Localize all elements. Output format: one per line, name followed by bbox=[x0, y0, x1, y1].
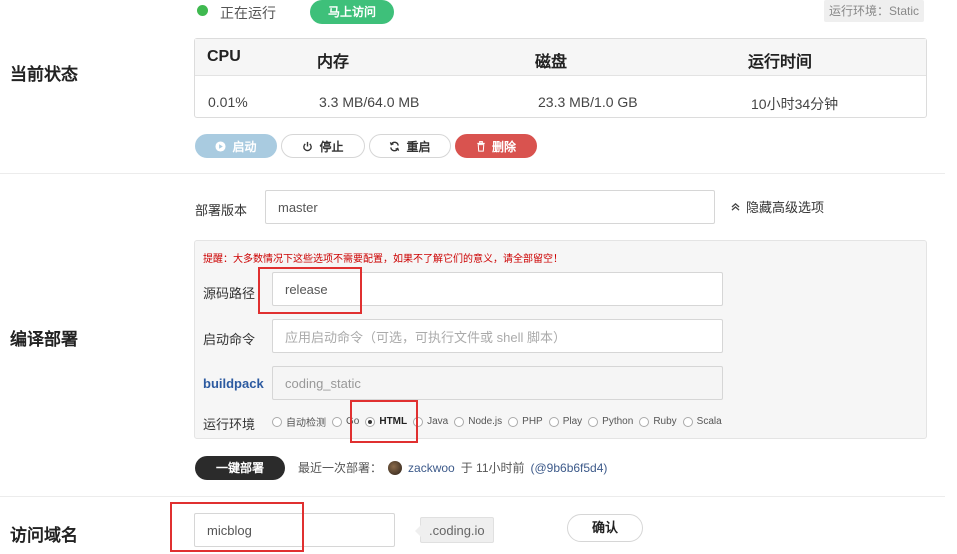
runtime-option-php[interactable]: PHP bbox=[508, 416, 543, 427]
stats-value-disk: 23.3 MB/1.0 GB bbox=[538, 94, 638, 110]
stats-table: CPU 内存 磁盘 运行时间 0.01% 3.3 MB/64.0 MB 23.3… bbox=[194, 38, 927, 118]
stats-value-memory: 3.3 MB/64.0 MB bbox=[319, 94, 420, 110]
section-label-status: 当前状态 bbox=[10, 65, 78, 84]
radio-circle bbox=[588, 416, 599, 427]
last-deploy-commit-link[interactable]: (@9b6b6f5d4) bbox=[531, 461, 608, 475]
source-path-label: 源码路径 bbox=[203, 286, 256, 301]
runtime-option-label: Node.js bbox=[468, 416, 503, 427]
start-command-input[interactable]: 应用启动命令（可选，可执行文件或 shell 脚本） bbox=[272, 319, 723, 353]
runtime-option-python[interactable]: Python bbox=[588, 416, 633, 427]
radio-circle bbox=[639, 416, 650, 427]
advanced-warning-text: 提醒：大多数情况下这些选项不需要配置，如果不了解它们的意义，请全部留空！ bbox=[203, 254, 563, 265]
stats-value-cpu: 0.01% bbox=[208, 94, 248, 110]
buildpack-value: coding_static bbox=[285, 375, 361, 391]
power-icon bbox=[303, 141, 313, 151]
runtime-option-label: Python bbox=[602, 416, 634, 427]
buildpack-label: buildpack bbox=[203, 376, 264, 391]
start-command-label: 启动命令 bbox=[203, 332, 256, 347]
delete-button[interactable]: 删除 bbox=[455, 134, 537, 158]
last-deploy-prefix: 最近一次部署： bbox=[298, 461, 383, 475]
running-status-dot bbox=[197, 5, 208, 16]
radio-circle bbox=[272, 416, 282, 427]
restart-button[interactable]: 重启 bbox=[369, 134, 451, 158]
runtime-label: 运行环境 bbox=[203, 417, 256, 432]
last-deploy-info: 最近一次部署： zackwoo 于 11小时前 (@9b6b6f5d4) bbox=[298, 459, 607, 476]
stop-button-label: 停止 bbox=[319, 139, 344, 154]
buildpack-input: coding_static bbox=[272, 366, 723, 400]
runtime-env-badge: 运行环境：Static bbox=[824, 0, 925, 22]
stop-button[interactable]: 停止 bbox=[281, 134, 365, 158]
runtime-option-auto[interactable]: 自动检测 bbox=[272, 414, 326, 429]
section-label-build: 编译部署 bbox=[10, 330, 78, 349]
deploy-version-label: 部署版本 bbox=[195, 203, 248, 218]
deploy-version-value: master bbox=[278, 199, 318, 215]
toggle-advanced-options[interactable]: 隐藏高级选项 bbox=[731, 197, 824, 216]
runtime-option-label: Scala bbox=[696, 416, 722, 427]
radio-circle bbox=[332, 416, 342, 427]
start-button-label: 启动 bbox=[232, 139, 257, 154]
section-label-domain: 访问域名 bbox=[10, 526, 78, 545]
deploy-version-input[interactable]: master bbox=[265, 190, 715, 224]
trash-icon bbox=[477, 140, 485, 152]
runtime-option-label: Ruby bbox=[653, 416, 677, 427]
stats-header-disk: 磁盘 bbox=[535, 54, 568, 71]
deploy-button[interactable]: 一键部署 bbox=[195, 456, 285, 480]
runtime-option-ruby[interactable]: Ruby bbox=[639, 416, 677, 427]
start-command-placeholder: 应用启动命令（可选，可执行文件或 shell 脚本） bbox=[285, 329, 566, 345]
runtime-option-java[interactable]: Java bbox=[413, 416, 448, 427]
radio-circle bbox=[454, 416, 465, 427]
runtime-radio-group: 自动检测 Go HTML Java Node.js PHP Play Pytho… bbox=[272, 414, 728, 429]
visit-now-button[interactable]: 马上访问 bbox=[310, 0, 394, 24]
runtime-option-nodejs[interactable]: Node.js bbox=[454, 416, 502, 427]
play-icon bbox=[215, 140, 227, 152]
section-divider bbox=[0, 496, 945, 497]
last-deploy-time: 于 11小时前 bbox=[460, 461, 525, 475]
confirm-domain-button[interactable]: 确认 bbox=[567, 514, 643, 542]
refresh-icon bbox=[390, 141, 400, 151]
runtime-option-label: PHP bbox=[522, 416, 543, 427]
avatar bbox=[388, 460, 403, 475]
toggle-advanced-label: 隐藏高级选项 bbox=[746, 200, 825, 215]
runtime-option-label: Java bbox=[427, 416, 449, 427]
double-chevron-up-icon bbox=[731, 202, 740, 211]
stats-header-memory: 内存 bbox=[317, 54, 350, 71]
delete-button-label: 删除 bbox=[491, 139, 516, 154]
runtime-option-scala[interactable]: Scala bbox=[682, 416, 722, 427]
start-button[interactable]: 启动 bbox=[195, 134, 277, 158]
running-status-text: 正在运行 bbox=[220, 5, 276, 21]
radio-circle bbox=[548, 416, 559, 427]
restart-button-label: 重启 bbox=[406, 139, 431, 154]
domain-suffix: .coding.io bbox=[415, 517, 494, 543]
highlight-domain bbox=[170, 502, 304, 552]
stats-header-cpu: CPU bbox=[207, 48, 241, 65]
highlight-source-path bbox=[258, 267, 362, 314]
last-deploy-user-link[interactable]: zackwoo bbox=[408, 461, 455, 475]
highlight-runtime-html bbox=[350, 400, 418, 443]
runtime-option-label: 自动检测 bbox=[286, 418, 326, 429]
radio-circle bbox=[508, 416, 519, 427]
runtime-option-label: Play bbox=[562, 416, 583, 427]
section-divider bbox=[0, 173, 945, 174]
stats-header-uptime: 运行时间 bbox=[748, 54, 813, 71]
runtime-option-play[interactable]: Play bbox=[548, 416, 583, 427]
stats-value-uptime: 10小时34分钟 bbox=[751, 96, 839, 112]
radio-circle bbox=[682, 416, 693, 427]
